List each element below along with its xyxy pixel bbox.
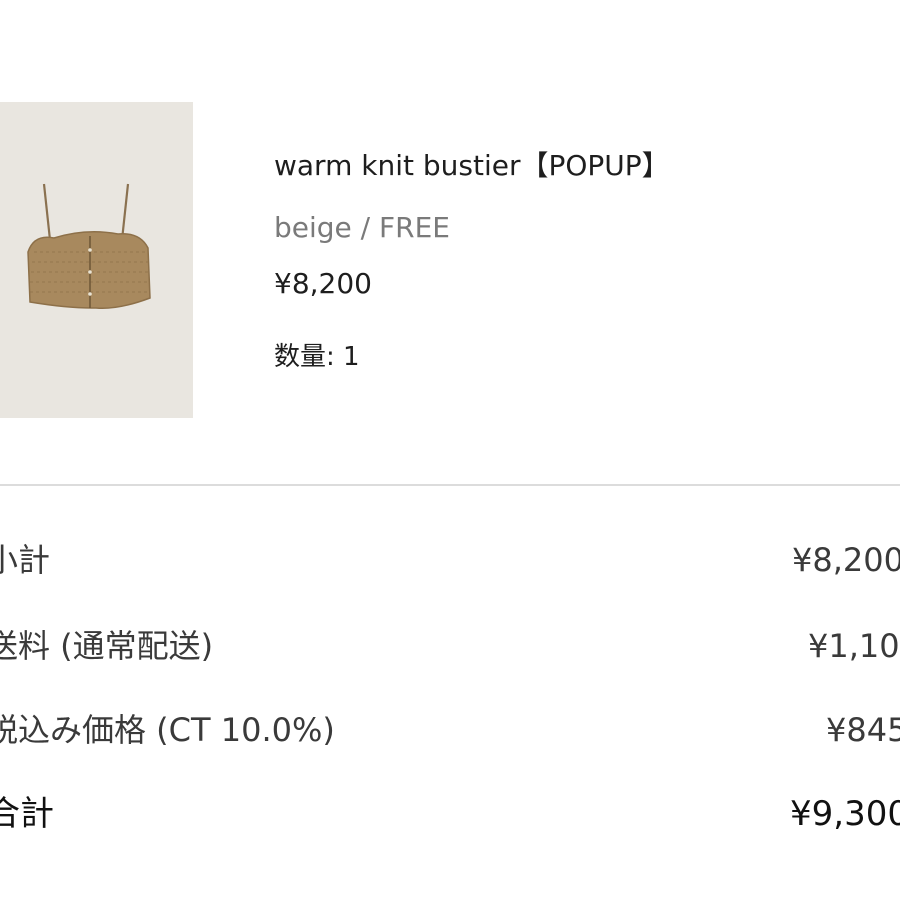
shipping-label: 送料 (通常配送) <box>0 627 214 665</box>
tax-value: ¥845 <box>826 711 900 749</box>
product-image[interactable] <box>0 102 193 418</box>
cart-page: warm knit bustier【POPUP】 beige / FREE ¥8… <box>0 0 900 900</box>
total-row: 合計 ¥9,300 <box>0 792 900 836</box>
tax-row: 税込み価格 (CT 10.0%) ¥845 <box>0 708 900 752</box>
subtotal-value: ¥8,200 <box>792 541 900 579</box>
product-variant: beige / FREE <box>274 211 450 244</box>
total-label: 合計 <box>0 794 54 834</box>
product-info: warm knit bustier【POPUP】 beige / FREE ¥8… <box>274 148 670 374</box>
bustier-illustration <box>0 102 193 418</box>
divider <box>0 484 900 486</box>
tax-label: 税込み価格 (CT 10.0%) <box>0 711 335 749</box>
shipping-row: 送料 (通常配送) ¥1,100 <box>0 624 900 668</box>
subtotal-row: 小計 ¥8,200 <box>0 538 900 582</box>
product-quantity: 数量: 1 <box>274 342 360 372</box>
shipping-value: ¥1,100 <box>808 627 900 665</box>
product-price: ¥8,200 <box>274 267 372 300</box>
total-value: ¥9,300 <box>790 794 900 834</box>
product-name[interactable]: warm knit bustier【POPUP】 <box>274 148 670 184</box>
subtotal-label: 小計 <box>0 541 51 579</box>
